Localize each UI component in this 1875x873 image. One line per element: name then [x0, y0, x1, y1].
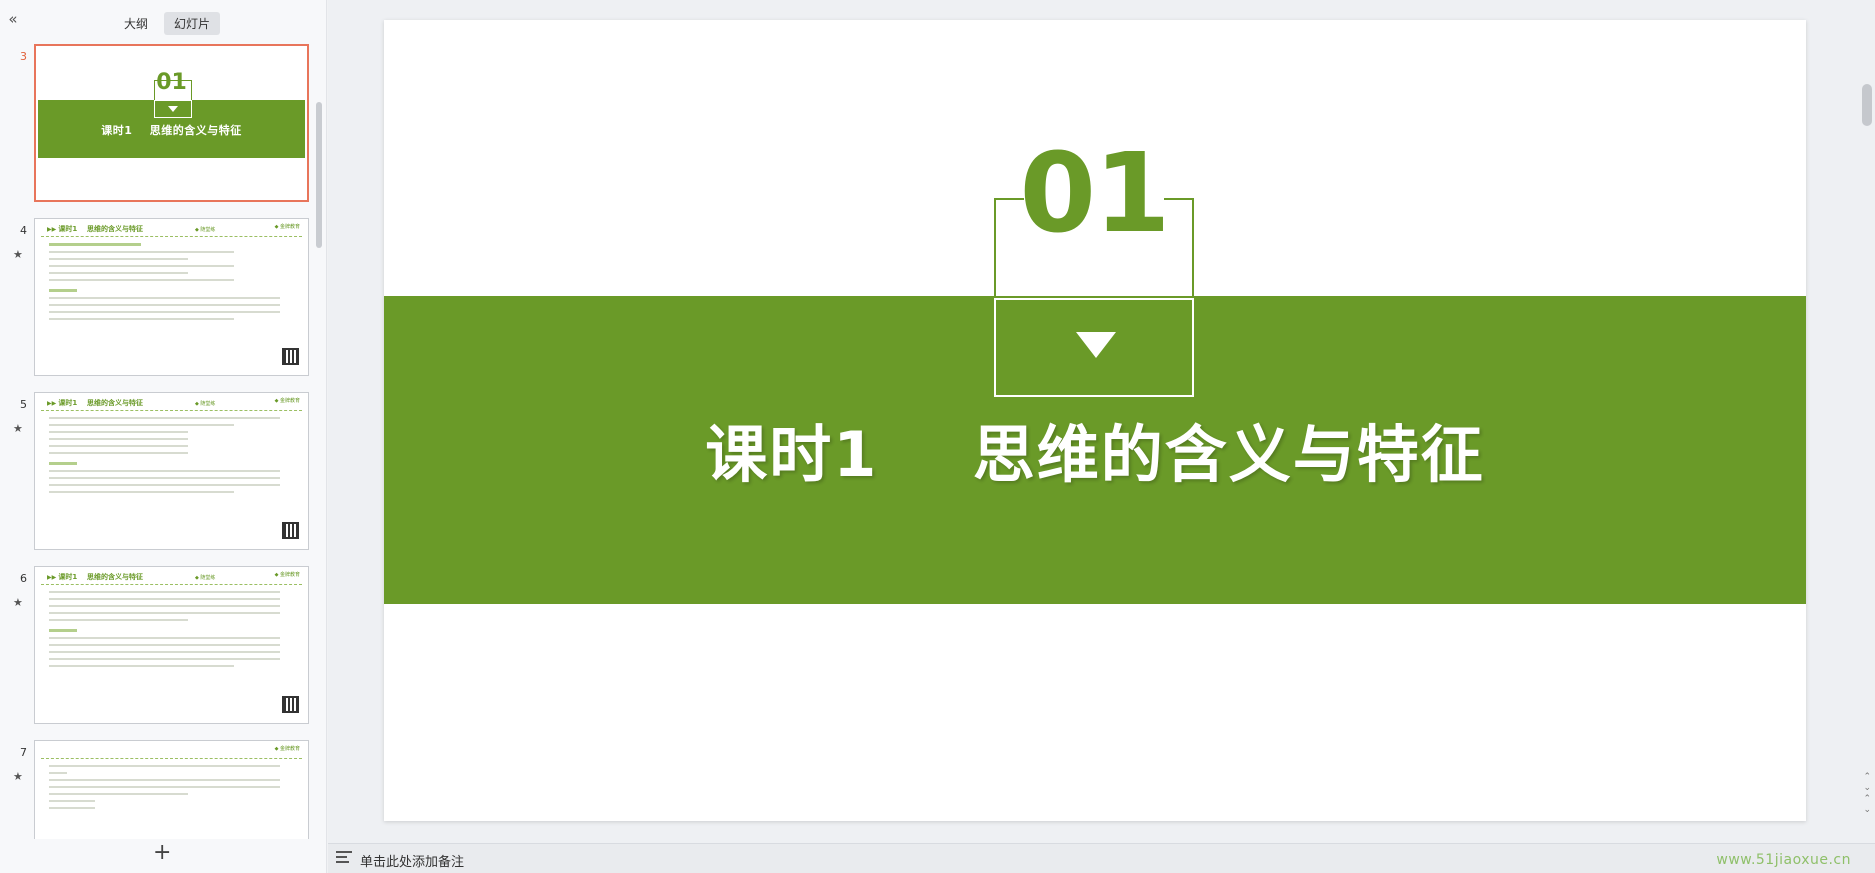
slide-thumbnail[interactable]: 4 ★ 课时1 思维的含义与特征 ◆ 随堂练 ◆ 金牌教育: [0, 218, 316, 378]
logo: ◆ 金牌教育: [274, 746, 300, 752]
text-lines: [49, 243, 280, 325]
notes-bar: 单击此处添加备注 www.51jiaoxue.cn: [328, 843, 1875, 873]
slide-thumbnail[interactable]: 3 01 课时1 思维的含义与特征: [0, 44, 316, 204]
text-lines: [49, 765, 280, 814]
slide-panel: « 大纲 幻灯片 3 01 课时1 思维的含义与特征 4 ★ 课时1 思维的含义…: [0, 0, 327, 873]
chevron-up-icon[interactable]: ⌃: [1863, 794, 1871, 805]
page-nav-arrows[interactable]: ⌃ ⌄ ⌃ ⌄: [1863, 772, 1871, 816]
thumbnail-tag: ◆ 随堂练: [195, 575, 216, 581]
thumbnail-frame[interactable]: 课时1 思维的含义与特征 ◆ 随堂练 ◆ 金牌教育: [34, 218, 309, 376]
text-lines: [49, 591, 280, 672]
divider: [41, 410, 302, 411]
thumbnail-number: 01: [156, 70, 187, 95]
slide-number: 7: [20, 746, 27, 759]
thumbnail-frame[interactable]: 课时1 思维的含义与特征 ◆ 随堂练 ◆ 金牌教育: [34, 392, 309, 550]
thumbnail-header: 课时1 思维的含义与特征: [47, 224, 143, 234]
canvas-scroll-thumb[interactable]: [1862, 84, 1872, 126]
thumbnail-title: 课时1 思维的含义与特征: [101, 124, 242, 137]
logo: ◆ 金牌教育: [274, 572, 300, 578]
star-icon: ★: [13, 248, 23, 261]
star-icon: ★: [13, 596, 23, 609]
add-slide-button[interactable]: +: [153, 842, 171, 864]
thumbnail-header: 课时1 思维的含义与特征: [47, 572, 143, 582]
view-tabs: 大纲 幻灯片: [114, 12, 221, 35]
thumbnail-tag: ◆ 随堂练: [195, 227, 216, 233]
star-icon: ★: [13, 422, 23, 435]
slide-thumbnail[interactable]: 5 ★ 课时1 思维的含义与特征 ◆ 随堂练 ◆ 金牌教育: [0, 392, 316, 552]
slide-title[interactable]: 课时1 思维的含义与特征: [384, 404, 1806, 494]
thumbnail-frame[interactable]: ◆ 金牌教育: [34, 740, 309, 839]
triangle-down-icon: [168, 106, 178, 112]
slide-number: 3: [20, 50, 27, 63]
triangle-down-icon: [1076, 332, 1116, 358]
qr-code: [282, 348, 299, 365]
notes-input[interactable]: 单击此处添加备注: [360, 851, 464, 870]
slide-thumbnail[interactable]: 6 ★ 课时1 思维的含义与特征 ◆ 随堂练 ◆ 金牌教育: [0, 566, 316, 726]
thumbnail-frame[interactable]: 01 课时1 思维的含义与特征: [34, 44, 309, 202]
tab-outline[interactable]: 大纲: [114, 12, 158, 35]
slide-thumbnail[interactable]: 7 ★ ◆ 金牌教育: [0, 740, 316, 839]
divider: [41, 758, 302, 759]
section-number[interactable]: 01: [979, 138, 1209, 248]
slide-number: 5: [20, 398, 27, 411]
qr-code: [282, 522, 299, 539]
chevron-down-icon[interactable]: ⌄: [1863, 805, 1871, 816]
text-lines: [49, 417, 280, 498]
star-icon: ★: [13, 770, 23, 783]
chevron-down-icon[interactable]: ⌄: [1863, 783, 1871, 794]
thumbnail-tag: ◆ 随堂练: [195, 401, 216, 407]
thumbnail-list: 3 01 课时1 思维的含义与特征 4 ★ 课时1 思维的含义与特征 ◆ 随堂练…: [0, 44, 316, 839]
divider: [41, 584, 302, 585]
chevron-up-icon[interactable]: ⌃: [1863, 772, 1871, 783]
qr-code: [282, 696, 299, 713]
slide-canvas: 01 课时1 思维的含义与特征 ⌃ ⌄ ⌃ ⌄: [328, 0, 1875, 843]
watermark: www.51jiaoxue.cn: [1716, 852, 1851, 868]
slide-number: 6: [20, 572, 27, 585]
thumbnail-header: 课时1 思维的含义与特征: [47, 398, 143, 408]
slide-number: 4: [20, 224, 27, 237]
tab-slides[interactable]: 幻灯片: [164, 12, 221, 35]
divider: [41, 236, 302, 237]
double-chevron-left-icon[interactable]: «: [5, 11, 21, 27]
thumbnail-frame[interactable]: 课时1 思维的含义与特征 ◆ 随堂练 ◆ 金牌教育: [34, 566, 309, 724]
slide[interactable]: 01 课时1 思维的含义与特征: [384, 20, 1806, 821]
logo: ◆ 金牌教育: [274, 398, 300, 404]
thumbnail-scrollbar[interactable]: [316, 102, 322, 248]
canvas-scrollbar[interactable]: [1859, 70, 1875, 830]
logo: ◆ 金牌教育: [274, 224, 300, 230]
notes-list-icon: [336, 851, 352, 865]
